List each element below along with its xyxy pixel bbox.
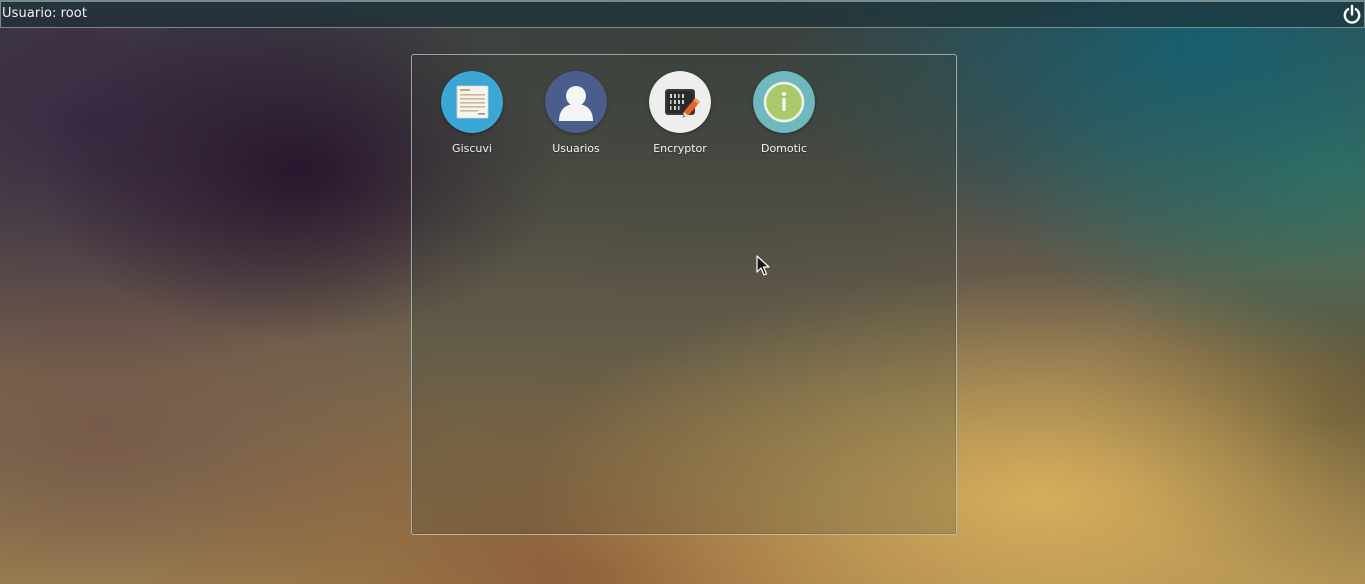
app-label: Encryptor bbox=[653, 142, 707, 155]
app-encryptor[interactable]: Encryptor bbox=[630, 71, 730, 159]
app-launcher-panel: Giscuvi Usuarios Encryptor Domotic bbox=[411, 54, 957, 535]
app-label: Usuarios bbox=[552, 142, 600, 155]
binary-edit-icon bbox=[649, 71, 711, 133]
app-giscuvi[interactable]: Giscuvi bbox=[422, 71, 522, 159]
document-icon bbox=[441, 71, 503, 133]
app-label: Giscuvi bbox=[452, 142, 492, 155]
info-icon bbox=[753, 71, 815, 133]
app-label: Domotic bbox=[760, 142, 808, 155]
power-button[interactable] bbox=[1341, 4, 1363, 26]
top-bar: Usuario: root bbox=[0, 0, 1365, 28]
user-label: Usuario: root bbox=[2, 6, 87, 21]
user-name: root bbox=[60, 6, 88, 21]
user-icon bbox=[545, 71, 607, 133]
app-usuarios[interactable]: Usuarios bbox=[526, 71, 626, 159]
power-icon bbox=[1343, 4, 1361, 24]
user-label-prefix: Usuario: bbox=[2, 6, 57, 21]
mouse-pointer-icon bbox=[756, 255, 770, 277]
app-domotic[interactable]: Domotic bbox=[734, 71, 834, 159]
